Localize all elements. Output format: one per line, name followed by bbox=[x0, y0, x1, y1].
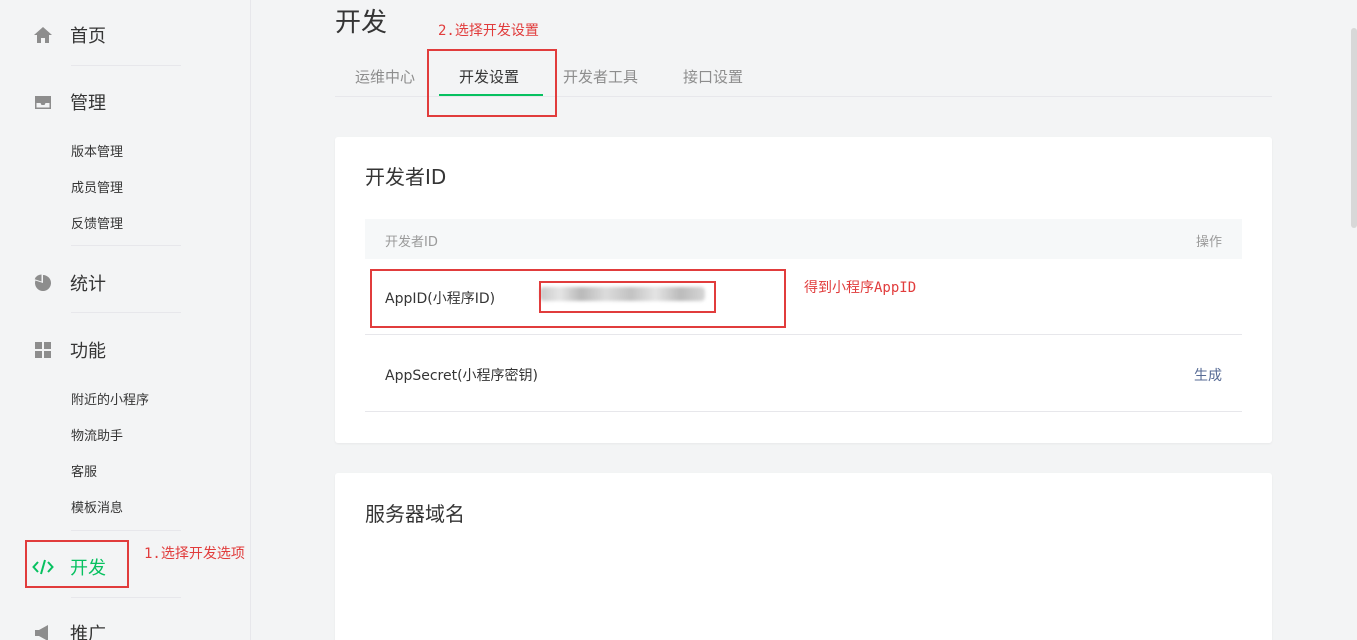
pie-chart-icon bbox=[32, 272, 54, 294]
nav-features-label: 功能 bbox=[70, 341, 106, 362]
nav-stats-label: 统计 bbox=[70, 274, 106, 295]
home-icon bbox=[32, 24, 54, 46]
highlight-develop-box bbox=[25, 540, 129, 588]
nav-manage[interactable]: 管理 bbox=[32, 89, 106, 115]
divider bbox=[71, 65, 181, 66]
nav-template-message[interactable]: 模板消息 bbox=[71, 497, 123, 516]
divider bbox=[71, 312, 181, 313]
nav-manage-label: 管理 bbox=[70, 93, 106, 114]
highlight-appid-value-box bbox=[539, 281, 716, 313]
col-action: 操作 bbox=[1195, 235, 1222, 250]
grid-icon bbox=[32, 339, 54, 361]
developer-id-title: 开发者ID bbox=[365, 165, 447, 189]
annotation-step1: 1.选择开发选项 bbox=[144, 546, 245, 562]
nav-promote-label: 推广 bbox=[70, 624, 106, 640]
row-divider bbox=[365, 411, 1242, 412]
row-divider bbox=[365, 334, 1242, 335]
divider bbox=[71, 597, 181, 598]
nav-member-manage[interactable]: 成员管理 bbox=[71, 177, 123, 196]
table-header: 开发者ID 操作 bbox=[365, 219, 1242, 259]
col-developer-id: 开发者ID bbox=[385, 235, 438, 250]
nav-stats[interactable]: 统计 bbox=[32, 270, 106, 296]
annotation-appid: 得到小程序AppID bbox=[804, 280, 917, 296]
nav-feedback-manage[interactable]: 反馈管理 bbox=[71, 213, 123, 232]
nav-home-label: 首页 bbox=[70, 26, 106, 47]
server-domain-title: 服务器域名 bbox=[365, 502, 465, 526]
nav-home[interactable]: 首页 bbox=[32, 22, 106, 48]
server-domain-card: 服务器域名 bbox=[335, 473, 1272, 640]
nav-nearby-miniprogram[interactable]: 附近的小程序 bbox=[71, 389, 149, 408]
scrollbar[interactable] bbox=[1351, 28, 1357, 228]
tab-ops-center[interactable]: 运维中心 bbox=[355, 66, 415, 87]
annotation-step2: 2.选择开发设置 bbox=[438, 23, 539, 39]
nav-logistics-helper[interactable]: 物流助手 bbox=[71, 425, 123, 444]
nav-customer-service[interactable]: 客服 bbox=[71, 461, 97, 480]
divider bbox=[71, 530, 181, 531]
generate-secret-button[interactable]: 生成 bbox=[1194, 365, 1222, 385]
nav-promote[interactable]: 推广 bbox=[32, 620, 106, 640]
appsecret-label: AppSecret(小程序密钥) bbox=[385, 368, 539, 384]
page-title: 开发 bbox=[335, 8, 388, 38]
megaphone-icon bbox=[32, 622, 54, 640]
tab-api-settings[interactable]: 接口设置 bbox=[683, 66, 743, 87]
nav-features[interactable]: 功能 bbox=[32, 337, 106, 363]
nav-version-manage[interactable]: 版本管理 bbox=[71, 141, 123, 160]
highlight-tab-box bbox=[427, 49, 557, 117]
tab-dev-tools[interactable]: 开发者工具 bbox=[563, 66, 638, 87]
divider bbox=[71, 245, 181, 246]
inbox-icon bbox=[32, 91, 54, 113]
